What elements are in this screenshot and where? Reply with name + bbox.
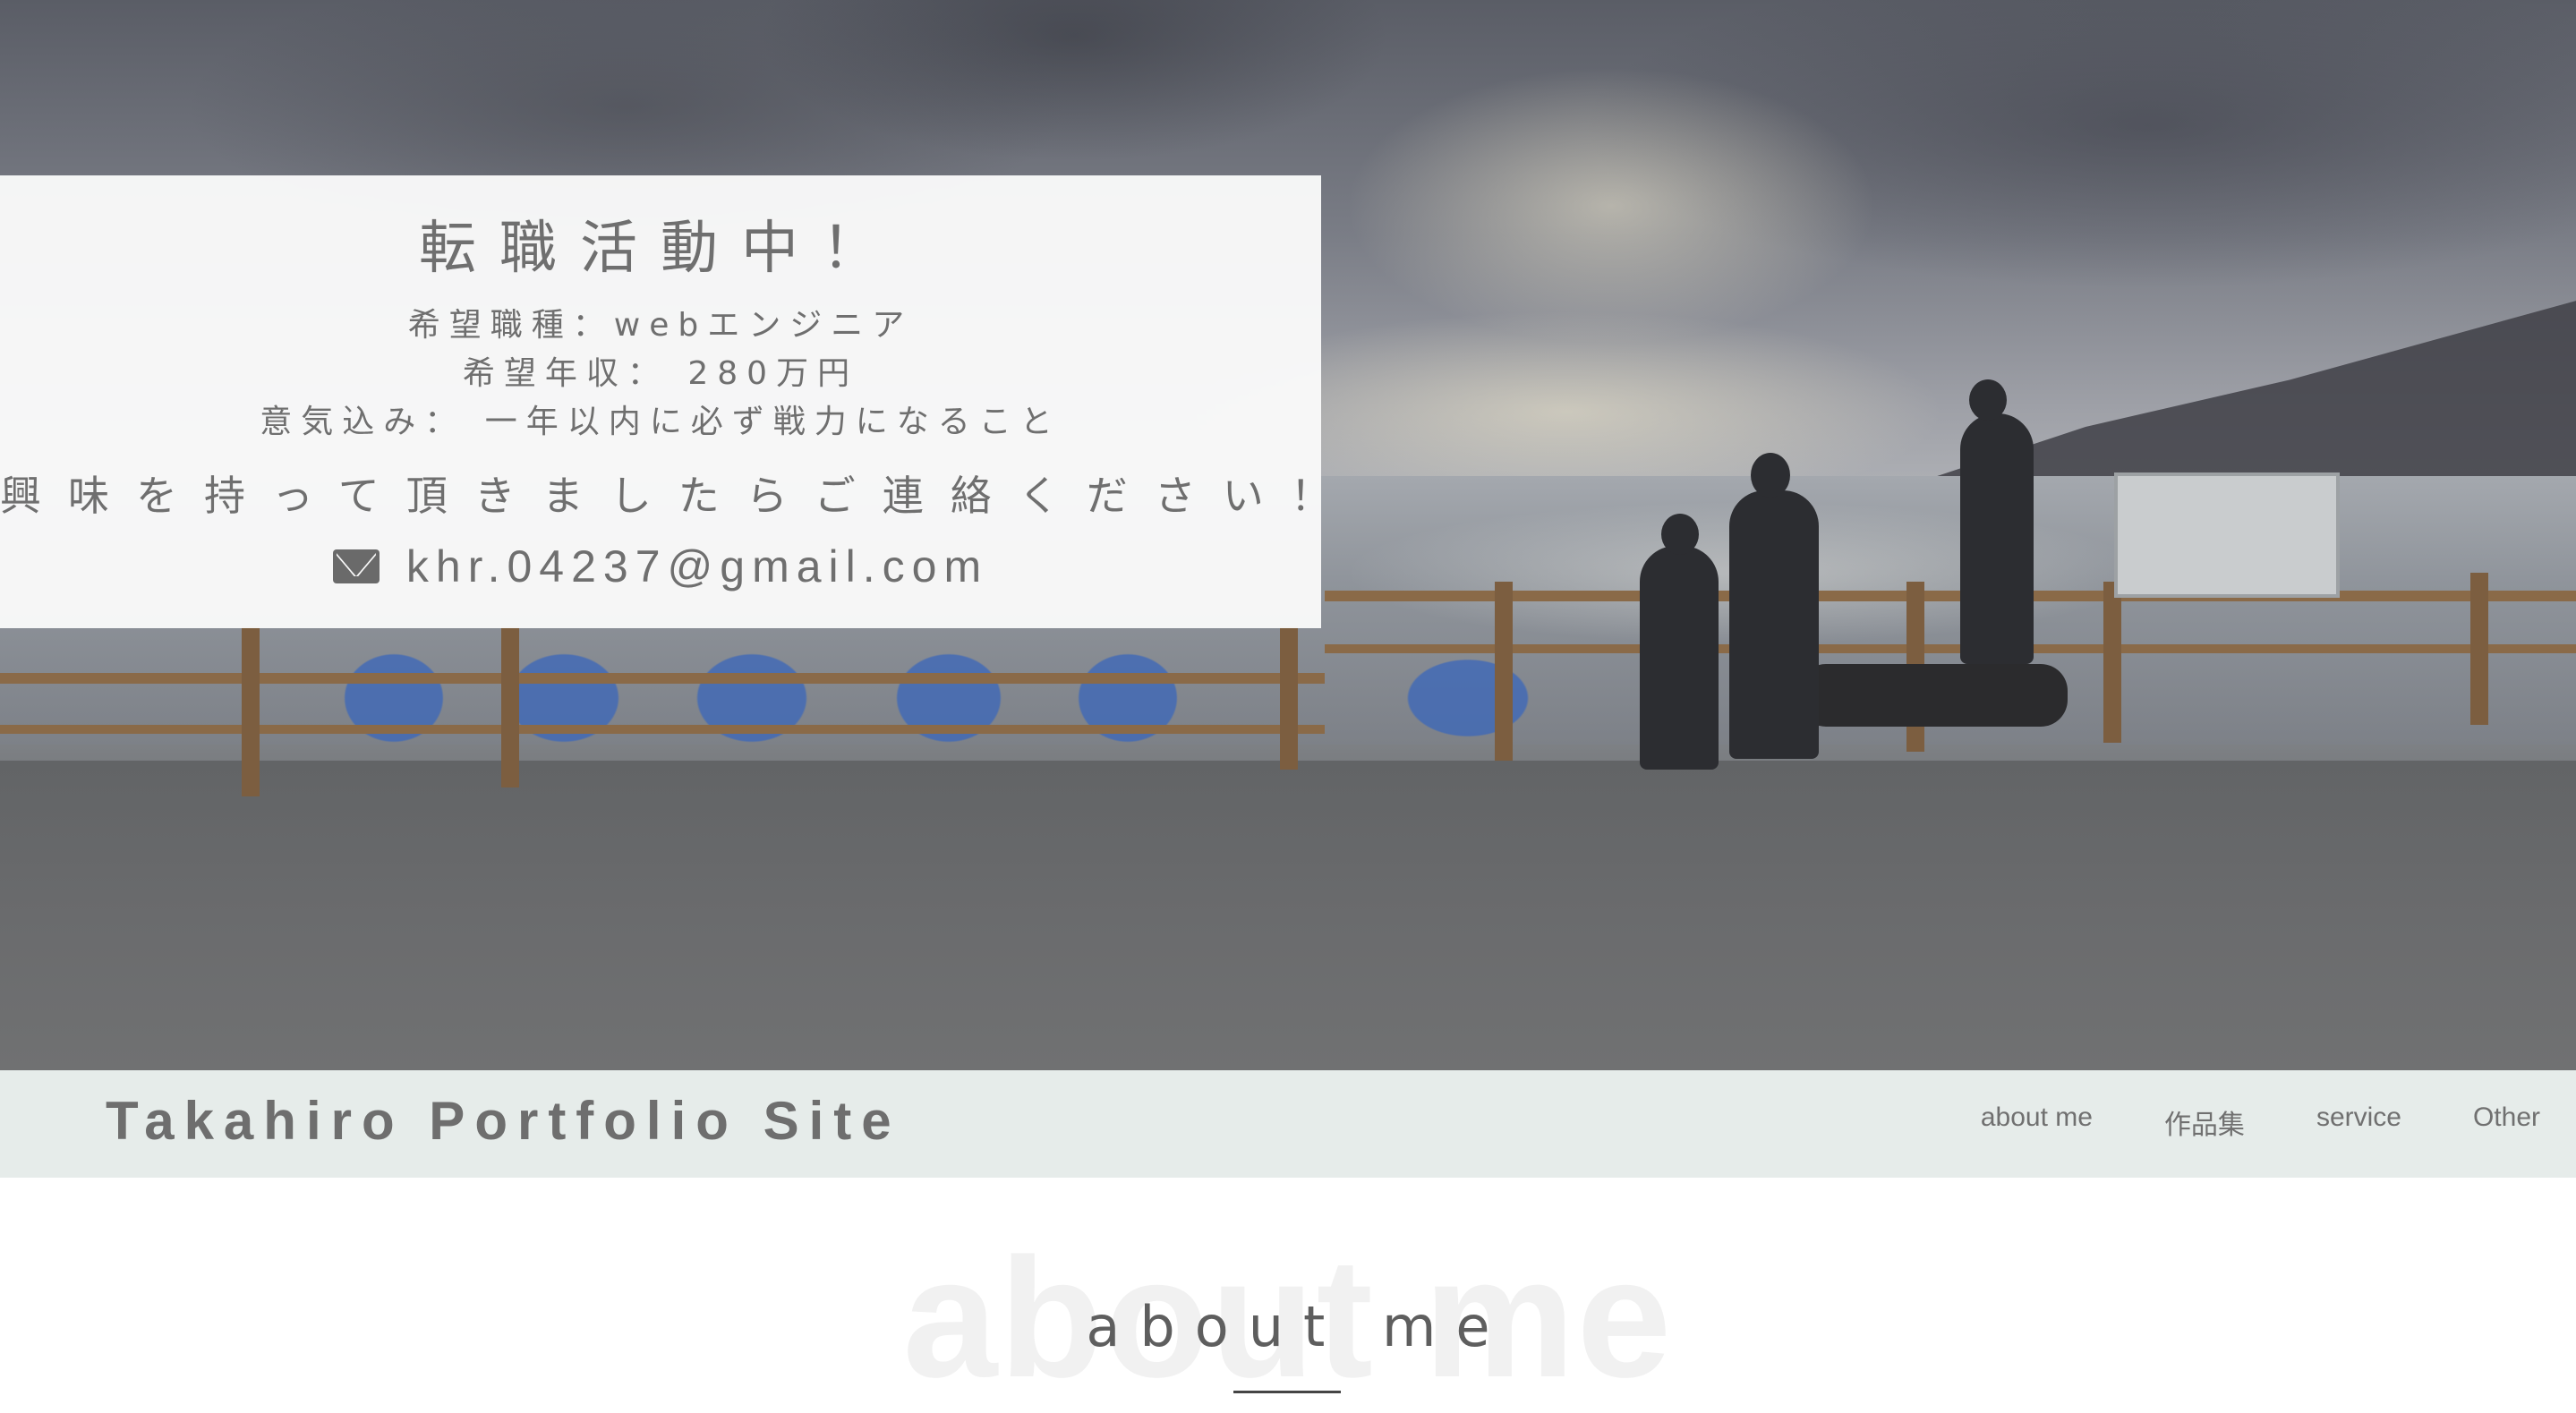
about-section: about me about me <box>0 1178 2576 1409</box>
heading-underline <box>1233 1391 1341 1393</box>
pavement <box>0 761 2576 1070</box>
lake-name-sign <box>1799 664 2068 727</box>
person-silhouette <box>1640 546 1719 770</box>
desired-job-line: 希望職種：webエンジニア <box>407 307 914 344</box>
fence-post <box>2470 573 2488 725</box>
card-title: 転職活動中！ <box>419 216 902 282</box>
contact-call-to-action: 興味を持って頂きましたらご連絡ください！ <box>0 472 1359 520</box>
envelope-icon <box>332 549 380 583</box>
email-contact[interactable]: khr.04237@gmail.com <box>0 541 1321 592</box>
person-silhouette <box>1960 413 2034 664</box>
motivation-line: 意気込み： 一年以内に必ず戦力になること <box>260 404 1062 440</box>
nav-links: about me 作品集 service Other <box>1981 1102 2540 1142</box>
job-seeking-card: 転職活動中！ 希望職種：webエンジニア 希望年収： 280万円 意気込み： 一… <box>0 175 1359 628</box>
about-heading: about me <box>1086 1294 1510 1359</box>
fence-post <box>1495 582 1513 761</box>
person-head <box>1751 453 1790 498</box>
site-title[interactable]: Takahiro Portfolio Site <box>106 1090 901 1152</box>
fence-rail <box>0 725 1325 734</box>
person-head <box>1969 379 2007 421</box>
person-silhouette <box>1729 490 1819 759</box>
top-navbar: Takahiro Portfolio Site about me 作品集 ser… <box>0 1070 2576 1178</box>
nav-link-works[interactable]: 作品集 <box>2164 1102 2245 1142</box>
nav-link-other[interactable]: Other <box>2473 1102 2540 1142</box>
fence-post <box>1280 626 1298 770</box>
nav-link-service[interactable]: service <box>2316 1102 2401 1142</box>
fence-post <box>242 626 260 796</box>
email-address[interactable]: khr.04237@gmail.com <box>406 541 988 592</box>
fence-rail <box>0 673 1325 684</box>
nav-link-about-me[interactable]: about me <box>1981 1102 2093 1142</box>
desired-salary-line: 希望年収： 280万円 <box>462 355 859 392</box>
person-head <box>1661 514 1699 555</box>
fence-post <box>501 626 519 787</box>
info-signboard <box>2114 472 2340 598</box>
fence-post <box>2103 582 2121 743</box>
